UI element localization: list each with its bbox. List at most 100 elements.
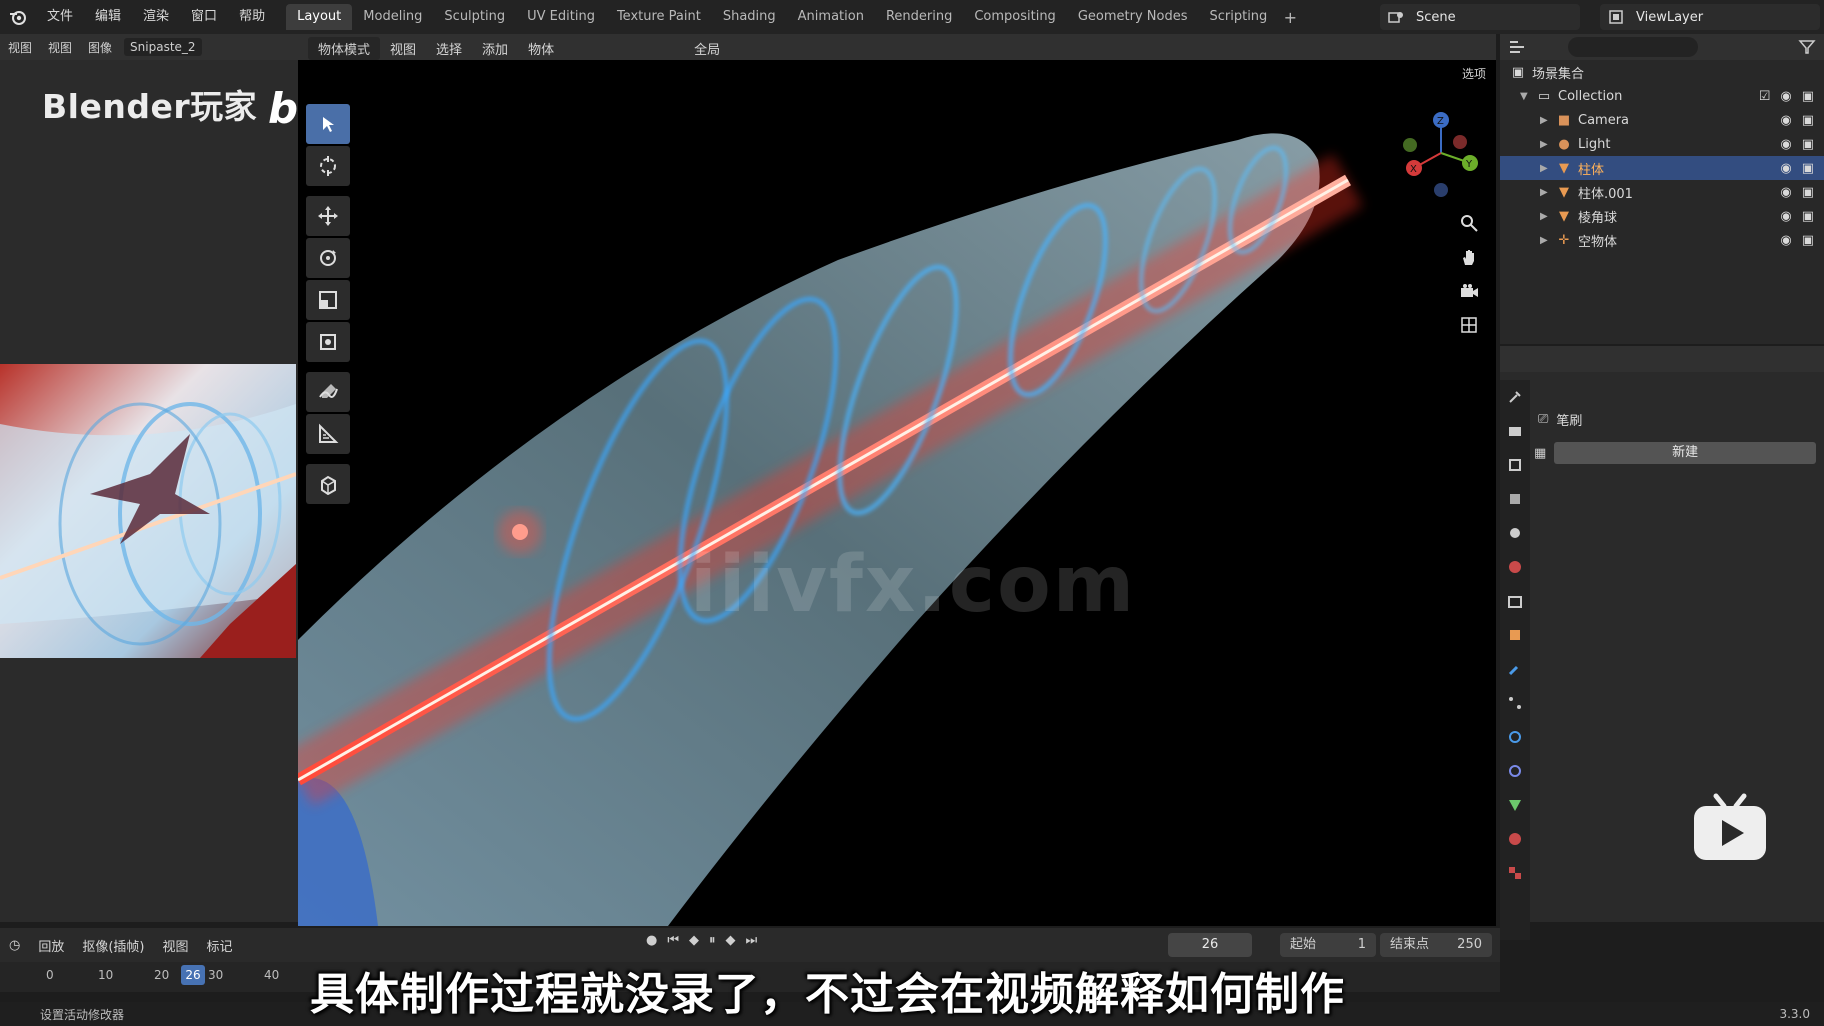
select-box-tool[interactable] — [306, 104, 350, 144]
scene-selector[interactable]: Scene — [1380, 4, 1580, 30]
outliner-item-light[interactable]: ▶ ● Light ◉ ▣ — [1500, 132, 1824, 156]
end-frame-field[interactable]: 结束点 250 — [1380, 933, 1492, 957]
checker-texture-icon[interactable]: ▦ — [1534, 446, 1546, 461]
viewport-options-dropdown[interactable]: 选项 — [1462, 60, 1486, 88]
texture-tab-icon[interactable] — [1500, 856, 1530, 890]
playhead-frame-badge[interactable]: 26 — [181, 965, 205, 985]
3d-viewport[interactable]: 选项 — [298, 60, 1496, 926]
render-camera-icon[interactable]: ▣ — [1802, 89, 1814, 104]
viewport-menu-object[interactable]: 物体 — [518, 39, 564, 58]
current-frame-field[interactable]: 26 — [1168, 933, 1252, 957]
outliner-search-input[interactable] — [1568, 37, 1698, 57]
camera-view-icon[interactable] — [1454, 274, 1484, 308]
annotate-tool[interactable] — [306, 372, 350, 412]
jump-start-icon[interactable]: ⏮ — [667, 933, 679, 948]
outliner-item-cylinder[interactable]: ▶ ▼ 柱体 ◉ ▣ — [1500, 156, 1824, 180]
move-tool[interactable] — [306, 196, 350, 236]
render-camera-icon[interactable]: ▣ — [1802, 161, 1814, 176]
timeline-menu-playback[interactable]: 回放 — [29, 936, 73, 955]
outliner-display-icon[interactable] — [1508, 39, 1528, 55]
pan-hand-icon[interactable] — [1454, 240, 1484, 274]
start-frame-field[interactable]: 起始 1 — [1280, 933, 1376, 957]
menu-window[interactable]: 窗口 — [180, 0, 228, 34]
filter-icon[interactable] — [1798, 39, 1816, 55]
brush-dropdown[interactable]: ⎚ 笔刷 — [1534, 406, 1816, 432]
outliner-item-icosphere[interactable]: ▶ ▼ 棱角球 ◉ ▣ — [1500, 204, 1824, 228]
collection-tab-icon[interactable] — [1500, 584, 1530, 618]
render-camera-icon[interactable]: ▣ — [1802, 137, 1814, 152]
tab-scripting[interactable]: Scripting — [1198, 4, 1278, 30]
view-layer-name[interactable]: ViewLayer — [1636, 10, 1703, 25]
add-workspace-button[interactable]: + — [1278, 8, 1302, 27]
expand-arrow-icon[interactable]: ▶ — [1540, 139, 1554, 150]
menu-render[interactable]: 渲染 — [132, 0, 180, 34]
image-editor-menu-image[interactable]: 图像 — [80, 39, 120, 56]
tool-tab-icon[interactable] — [1500, 380, 1530, 414]
data-tab-icon[interactable] — [1500, 788, 1530, 822]
constraints-tab-icon[interactable] — [1500, 754, 1530, 788]
viewport-menu-add[interactable]: 添加 — [472, 39, 518, 58]
output-tab-icon[interactable] — [1500, 448, 1530, 482]
record-icon[interactable]: ● — [646, 933, 657, 948]
viewport-menu-select[interactable]: 选择 — [426, 39, 472, 58]
world-tab-icon[interactable] — [1500, 550, 1530, 584]
eye-icon[interactable]: ◉ — [1780, 113, 1791, 128]
ortho-grid-icon[interactable] — [1454, 308, 1484, 342]
render-camera-icon[interactable]: ▣ — [1802, 233, 1814, 248]
timeline-menu-marker[interactable]: 标记 — [198, 936, 242, 955]
scene-name[interactable]: Scene — [1416, 10, 1456, 25]
outliner-collection[interactable]: ▼ ▭ Collection ☑ ◉ ▣ — [1500, 84, 1824, 108]
tab-layout[interactable]: Layout — [286, 4, 353, 30]
measure-tool[interactable] — [306, 414, 350, 454]
outliner-item-camera[interactable]: ▶ ■ Camera ◉ ▣ — [1500, 108, 1824, 132]
prev-keyframe-icon[interactable]: ◆ — [689, 933, 699, 948]
zoom-icon[interactable] — [1454, 206, 1484, 240]
eye-icon[interactable]: ◉ — [1780, 89, 1791, 104]
tab-compositing[interactable]: Compositing — [963, 4, 1067, 30]
editor-type-icon[interactable]: ◷ — [0, 938, 29, 953]
material-tab-icon[interactable] — [1500, 822, 1530, 856]
expand-arrow-icon[interactable]: ▶ — [1540, 235, 1554, 246]
render-tab-icon[interactable] — [1500, 414, 1530, 448]
tab-animation[interactable]: Animation — [787, 4, 875, 30]
eye-icon[interactable]: ◉ — [1780, 161, 1791, 176]
menu-file[interactable]: 文件 — [36, 0, 84, 34]
next-keyframe-icon[interactable]: ◆ — [726, 933, 736, 948]
render-camera-icon[interactable]: ▣ — [1802, 185, 1814, 200]
tab-texture-paint[interactable]: Texture Paint — [606, 4, 712, 30]
transform-tool[interactable] — [306, 322, 350, 362]
timeline-menu-view[interactable]: 视图 — [154, 936, 198, 955]
transform-orientation-dropdown[interactable]: 全局 — [684, 39, 730, 58]
render-camera-icon[interactable]: ▣ — [1802, 209, 1814, 224]
render-camera-icon[interactable]: ▣ — [1802, 113, 1814, 128]
viewport-menu-view[interactable]: 视图 — [380, 39, 426, 58]
rotate-tool[interactable] — [306, 238, 350, 278]
tab-geometry-nodes[interactable]: Geometry Nodes — [1067, 4, 1199, 30]
tab-sculpting[interactable]: Sculpting — [433, 4, 516, 30]
expand-arrow-icon[interactable]: ▶ — [1540, 211, 1554, 222]
menu-edit[interactable]: 编辑 — [84, 0, 132, 34]
object-tab-icon[interactable] — [1500, 618, 1530, 652]
tab-modeling[interactable]: Modeling — [352, 4, 433, 30]
pause-icon[interactable]: ⏸ — [709, 933, 716, 948]
add-cube-tool[interactable] — [306, 464, 350, 504]
cursor-tool[interactable] — [306, 146, 350, 186]
blender-logo-icon[interactable] — [0, 0, 36, 34]
outliner-item-empty[interactable]: ▶ ✛ 空物体 ◉ ▣ — [1500, 228, 1824, 252]
new-texture-button[interactable]: 新建 — [1554, 442, 1816, 464]
expand-arrow-icon[interactable]: ▶ — [1540, 163, 1554, 174]
image-name-field[interactable]: Snipaste_2 — [124, 38, 202, 56]
timeline-menu-keying[interactable]: 抠像(插帧) — [73, 936, 153, 955]
outliner-item-cylinder-001[interactable]: ▶ ▼ 柱体.001 ◉ ▣ — [1500, 180, 1824, 204]
tab-rendering[interactable]: Rendering — [875, 4, 963, 30]
modifier-tab-icon[interactable] — [1500, 652, 1530, 686]
image-editor-menu-view-2[interactable]: 视图 — [40, 39, 80, 56]
jump-end-icon[interactable]: ⏭ — [746, 933, 758, 948]
eye-icon[interactable]: ◉ — [1780, 185, 1791, 200]
scale-tool[interactable] — [306, 280, 350, 320]
view-layer-tab-icon[interactable] — [1500, 482, 1530, 516]
menu-help[interactable]: 帮助 — [228, 0, 276, 34]
eye-icon[interactable]: ◉ — [1780, 137, 1791, 152]
eye-icon[interactable]: ◉ — [1780, 209, 1791, 224]
tab-shading[interactable]: Shading — [712, 4, 787, 30]
